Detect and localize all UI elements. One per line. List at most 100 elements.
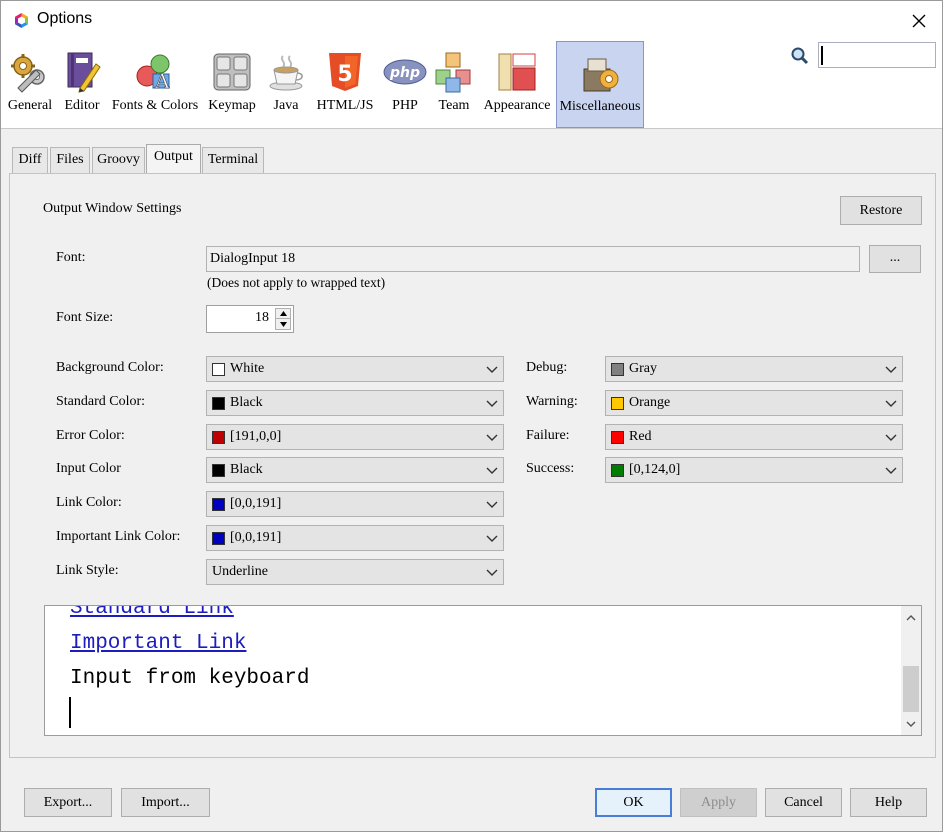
combo-value: Gray <box>629 361 657 376</box>
category-label: Java <box>273 98 299 113</box>
font-field[interactable]: DialogInput 18 <box>206 246 860 272</box>
svg-text:php: php <box>389 65 420 81</box>
php-icon: php <box>383 59 427 85</box>
standard-color-combo[interactable]: Black <box>206 390 504 416</box>
output-preview[interactable]: Standard Link Important Link Input from … <box>44 605 922 736</box>
svg-text:5: 5 <box>337 62 352 87</box>
font-note: (Does not apply to wrapped text) <box>207 275 386 290</box>
close-icon <box>912 14 926 28</box>
chevron-down-icon <box>486 400 498 407</box>
search-icon <box>791 47 809 65</box>
category-php[interactable]: php PHP <box>382 41 428 128</box>
category-label: Team <box>438 98 470 113</box>
export-button[interactable]: Export... <box>24 788 112 817</box>
font-size-value: 18 <box>255 310 269 325</box>
toolbox-gear-icon <box>583 58 619 92</box>
category-label: General <box>7 98 53 113</box>
category-keymap[interactable]: Keymap <box>205 41 259 128</box>
color-swatch <box>611 464 624 477</box>
tab-files[interactable]: Files <box>50 147 90 173</box>
success-color-label: Success: <box>526 461 575 476</box>
section-title: Output Window Settings <box>43 201 182 216</box>
chevron-down-icon <box>906 721 916 727</box>
background-color-label: Background Color: <box>56 360 164 375</box>
color-swatch <box>212 464 225 477</box>
chevron-down-icon <box>486 569 498 576</box>
success-color-combo[interactable]: [0,124,0] <box>605 457 903 483</box>
category-label: Fonts & Colors <box>111 98 199 113</box>
color-swatch <box>212 431 225 444</box>
preview-input-text: Input from keyboard <box>70 667 310 690</box>
html5-icon: 5 <box>329 53 361 91</box>
svg-text:A: A <box>154 69 170 93</box>
color-swatch <box>611 431 624 444</box>
important-link-color-combo[interactable]: [0,0,191] <box>206 525 504 551</box>
category-team[interactable]: Team <box>432 41 476 128</box>
color-swatch <box>212 363 225 376</box>
cancel-button[interactable]: Cancel <box>765 788 842 817</box>
color-swatch <box>611 397 624 410</box>
search-input[interactable] <box>818 42 936 68</box>
spinner-down-button[interactable] <box>276 319 290 329</box>
background-color-combo[interactable]: White <box>206 356 504 382</box>
combo-value: [0,0,191] <box>230 530 282 545</box>
tab-diff[interactable]: Diff <box>12 147 48 173</box>
category-fonts-colors[interactable]: A Fonts & Colors <box>108 41 202 128</box>
import-button[interactable]: Import... <box>121 788 210 817</box>
vertical-scrollbar[interactable] <box>901 606 921 735</box>
combo-value: Black <box>230 395 263 410</box>
chevron-down-icon <box>486 366 498 373</box>
color-swatch <box>611 363 624 376</box>
chevron-down-icon <box>885 366 897 373</box>
scroll-down-button[interactable] <box>904 717 918 731</box>
help-button[interactable]: Help <box>850 788 927 817</box>
text-caret <box>821 46 823 65</box>
standard-color-label: Standard Color: <box>56 394 146 409</box>
scroll-up-button[interactable] <box>904 610 918 624</box>
options-dialog: Options General Editor A Fonts & Colors … <box>0 0 943 832</box>
category-editor[interactable]: Editor <box>59 41 105 128</box>
tab-terminal[interactable]: Terminal <box>202 147 264 173</box>
chevron-down-icon <box>486 434 498 441</box>
category-general[interactable]: General <box>4 41 56 128</box>
failure-color-combo[interactable]: Red <box>605 424 903 450</box>
keyboard-icon <box>213 53 251 91</box>
category-label: Appearance <box>483 98 551 113</box>
category-label: PHP <box>392 98 418 113</box>
debug-color-label: Debug: <box>526 360 568 375</box>
preview-standard-link[interactable]: Standard Link <box>70 606 234 620</box>
link-style-combo[interactable]: Underline <box>206 559 504 585</box>
spinner-buttons <box>275 308 291 330</box>
chevron-up-icon <box>906 614 916 620</box>
input-color-combo[interactable]: Black <box>206 457 504 483</box>
font-browse-button[interactable]: ... <box>869 245 921 273</box>
combo-value: White <box>230 361 265 376</box>
error-color-combo[interactable]: [191,0,0] <box>206 424 504 450</box>
spinner-up-button[interactable] <box>276 309 290 319</box>
combo-value: [0,0,191] <box>230 496 282 511</box>
category-html-js[interactable]: 5 HTML/JS <box>312 41 378 128</box>
debug-color-combo[interactable]: Gray <box>605 356 903 382</box>
category-appearance[interactable]: Appearance <box>482 41 552 128</box>
category-java[interactable]: Java <box>265 41 307 128</box>
input-color-label: Input Color <box>56 461 121 476</box>
link-color-combo[interactable]: [0,0,191] <box>206 491 504 517</box>
tab-groovy[interactable]: Groovy <box>92 147 145 173</box>
category-miscellaneous[interactable]: Miscellaneous <box>556 41 644 128</box>
tab-output[interactable]: Output <box>146 144 201 174</box>
preview-important-link[interactable]: Important Link <box>70 632 246 655</box>
chevron-down-icon <box>486 467 498 474</box>
restore-button[interactable]: Restore <box>840 196 922 225</box>
link-style-label: Link Style: <box>56 563 119 578</box>
apply-button[interactable]: Apply <box>680 788 757 817</box>
category-toolbar: General Editor A Fonts & Colors Keymap J… <box>1 41 942 129</box>
close-button[interactable] <box>896 1 942 41</box>
warning-color-combo[interactable]: Orange <box>605 390 903 416</box>
font-size-label: Font Size: <box>56 310 114 325</box>
color-swatch <box>212 532 225 545</box>
scroll-thumb[interactable] <box>903 666 919 712</box>
font-size-spinner[interactable]: 18 <box>206 305 294 333</box>
ok-button[interactable]: OK <box>595 788 672 817</box>
category-label: Miscellaneous <box>559 99 641 114</box>
netbeans-logo-icon <box>15 13 28 28</box>
